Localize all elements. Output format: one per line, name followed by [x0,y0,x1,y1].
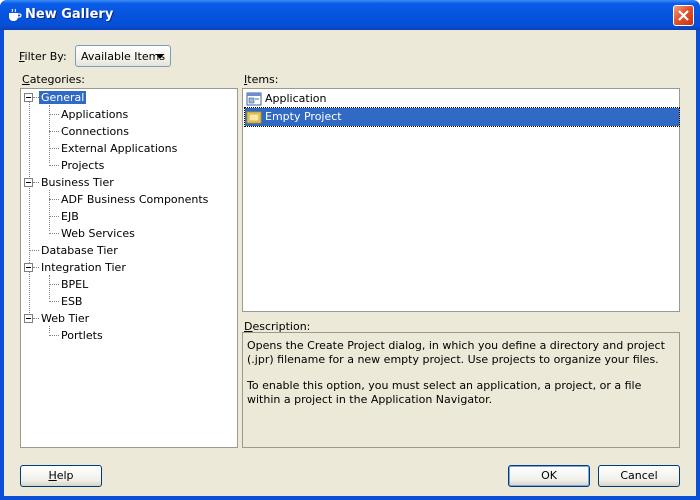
tree-item-web-tier[interactable]: Web Tier [39,310,91,327]
tree-item-bpel[interactable]: BPEL [59,276,90,293]
tree-connector [49,326,50,333]
help-button[interactable]: Help [20,465,102,487]
tree-item-esb[interactable]: ESB [59,293,84,310]
tree-connector [49,190,50,231]
list-item-application[interactable]: Application [245,90,679,108]
tree-connector [29,102,30,317]
title-bar[interactable]: New Gallery [0,0,700,30]
dialog-title: New Gallery [25,7,114,22]
close-icon [678,10,689,21]
collapse-icon[interactable] [24,93,33,102]
tree-item-label: Database Tier [41,244,118,257]
list-item-label: Empty Project [265,110,342,123]
tree-item-integration-tier[interactable]: Integration Tier [39,259,128,276]
collapse-icon[interactable] [24,314,33,323]
folder-icon [246,110,262,124]
dialog-client: Filter By: Available Items Categories: I… [4,30,696,496]
tree-item-external-applications[interactable]: External Applications [59,140,179,157]
filter-dropdown[interactable]: Available Items [75,45,171,67]
tree-item-label: Web Services [61,227,135,240]
ok-button[interactable]: OK [508,465,590,487]
tree-item-business-tier[interactable]: Business Tier [39,174,116,191]
chevron-down-icon [156,54,164,59]
close-button[interactable] [673,5,694,26]
collapse-icon[interactable] [24,178,33,187]
tree-item-label: BPEL [61,278,89,291]
tree-item-general[interactable]: General [39,89,87,106]
list-item-empty-project[interactable]: Empty Project [244,107,680,127]
tree-item-label: Connections [61,125,129,138]
description-text: To enable this option, you must select a… [247,379,642,406]
tree-item-applications[interactable]: Applications [59,106,130,123]
items-label: Items: [244,73,279,86]
collapse-icon[interactable] [24,263,33,272]
java-cup-icon [6,8,22,22]
tree-item-label: General [39,91,87,104]
tree-connector [49,335,59,336]
categories-tree[interactable]: General Applications Connections Externa… [20,88,238,448]
tree-connector [49,275,50,299]
cancel-button[interactable]: Cancel [598,465,680,487]
categories-label: Categories: [22,73,86,86]
tree-connector [49,199,59,200]
tree-connector [29,250,39,251]
description-panel: Opens the Create Project dialog, in whic… [242,332,680,448]
tree-item-label: ESB [61,295,83,308]
list-item-label: Application [265,92,327,105]
tree-item-database-tier[interactable]: Database Tier [39,242,120,259]
tree-connector [49,148,59,149]
filter-label: Filter By: [19,50,67,63]
tree-item-label: Portlets [61,329,103,342]
tree-connector [49,284,59,285]
tree-item-label: Applications [61,108,129,121]
tree-item-ejb[interactable]: EJB [59,208,81,225]
tree-connector [49,216,59,217]
tree-connector [49,114,59,115]
tree-item-label: ADF Business Components [61,193,209,206]
tree-item-portlets[interactable]: Portlets [59,327,105,344]
tree-item-label: Integration Tier [41,261,126,274]
tree-item-projects[interactable]: Projects [59,157,106,174]
tree-item-label: Web Tier [41,312,90,325]
dialog-window: New Gallery Filter By: Available Items C… [0,0,700,500]
tree-item-label: External Applications [61,142,178,155]
tree-connector [49,301,59,302]
filter-selected-value: Available Items [81,50,166,63]
tree-connector [49,131,59,132]
tree-item-connections[interactable]: Connections [59,123,131,140]
tree-item-label: Projects [61,159,105,172]
tree-connector [49,165,59,166]
tree-item-label: Business Tier [41,176,114,189]
items-list[interactable]: Application Empty Project [242,88,680,312]
description-text: Opens the Create Project dialog, in whic… [247,339,665,366]
application-icon [246,92,262,106]
tree-item-label: EJB [61,210,79,223]
tree-item-adf-business-components[interactable]: ADF Business Components [59,191,210,208]
tree-connector [49,233,59,234]
tree-item-web-services[interactable]: Web Services [59,225,137,242]
